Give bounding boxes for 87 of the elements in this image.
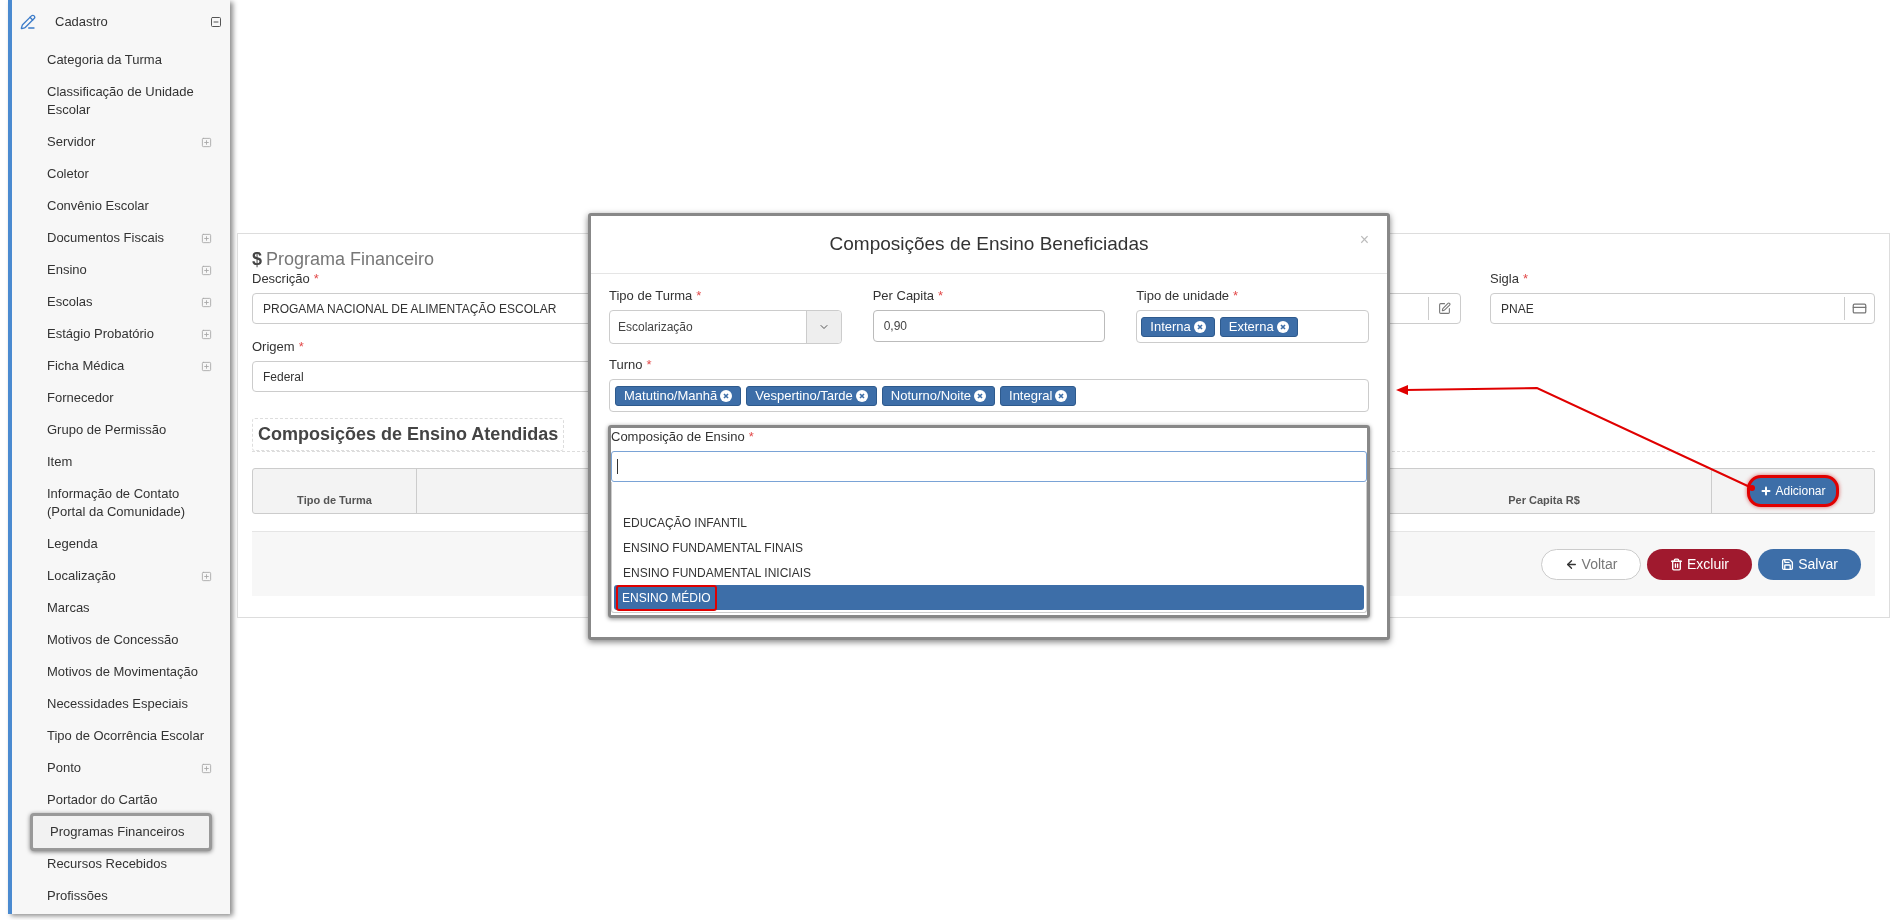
remove-icon[interactable]: [855, 389, 868, 402]
field-label: Composição de Ensino: [611, 428, 745, 447]
edit-icon: [1438, 302, 1451, 315]
required-mark: *: [1522, 270, 1528, 289]
sidebar-section-header[interactable]: Cadastro: [12, 0, 230, 44]
sidebar-item[interactable]: Coletor: [30, 158, 212, 190]
edit-icon: [20, 14, 36, 30]
sidebar-item[interactable]: Recursos Recebidos: [30, 848, 212, 880]
field-label: Sigla: [1490, 270, 1519, 289]
acronym-field[interactable]: PNAE: [1490, 293, 1875, 324]
tag-chip[interactable]: Integral: [1000, 385, 1077, 406]
required-mark: *: [938, 287, 944, 306]
sidebar-item[interactable]: Fornecedor: [30, 382, 212, 414]
expand-icon[interactable]: [201, 296, 212, 308]
required-mark: *: [298, 338, 304, 357]
tag-chip[interactable]: Noturno/Noite: [881, 385, 996, 406]
remove-icon[interactable]: [1055, 389, 1068, 402]
sidebar-item[interactable]: Portador do Cartão: [30, 784, 212, 816]
sidebar-item[interactable]: Profissões: [30, 880, 212, 912]
sidebar-item[interactable]: Ficha Médica: [30, 350, 212, 382]
save-icon: [1781, 557, 1795, 571]
sidebar-item[interactable]: Categoria da Turma: [30, 44, 212, 76]
modal-title: Composições de Ensino Beneficiadas: [829, 232, 1149, 257]
shift-field[interactable]: Matutino/Manhã Vespertino/Tarde Noturno/Noite Integral: [609, 379, 1369, 412]
expand-icon[interactable]: [201, 570, 212, 582]
required-mark: *: [313, 270, 319, 289]
per-capita-field[interactable]: 0,90: [872, 310, 1106, 342]
tag-chip[interactable]: Vespertino/Tarde: [746, 385, 877, 406]
expand-icon[interactable]: [201, 264, 212, 276]
remove-icon[interactable]: [720, 389, 733, 402]
add-button[interactable]: Adicionar: [1747, 475, 1839, 507]
expand-icon[interactable]: [201, 360, 212, 372]
sidebar-item[interactable]: Classificação de Unidade Escolar: [30, 76, 212, 126]
remove-icon[interactable]: [1276, 320, 1289, 333]
save-button[interactable]: Salvar: [1758, 548, 1861, 580]
class-type-select[interactable]: Escolarização: [609, 310, 842, 344]
field-label: Per Capita: [872, 287, 935, 306]
sidebar-item[interactable]: Motivos de Movimentação: [30, 656, 212, 688]
sidebar-item[interactable]: Escolas: [30, 286, 212, 318]
required-mark: *: [748, 428, 754, 447]
sidebar-item[interactable]: Grupo de Permissão: [30, 414, 212, 446]
expand-icon[interactable]: [201, 328, 212, 340]
column-header: Tipo de Turma: [297, 492, 372, 508]
sidebar-item[interactable]: Tipo de Ocorrência Escolar: [30, 720, 212, 752]
column-header: Per Capita R$: [1508, 492, 1580, 508]
expand-icon[interactable]: [201, 232, 212, 244]
back-button[interactable]: Voltar: [1541, 548, 1641, 580]
page-title: Programa Financeiro: [266, 248, 435, 271]
expand-icon[interactable]: [201, 762, 212, 774]
composition-search-field[interactable]: [611, 451, 1367, 482]
sidebar-item[interactable]: Item: [30, 446, 212, 478]
required-mark: *: [1233, 287, 1239, 306]
field-label: Origem: [252, 338, 295, 357]
tag-chip[interactable]: Matutino/Manhã: [615, 385, 742, 406]
sidebar-item[interactable]: Ponto: [30, 752, 212, 784]
sidebar-item[interactable]: Servidor: [30, 126, 212, 158]
sidebar-item[interactable]: Necessidades Especiais: [30, 688, 212, 720]
sidebar-item[interactable]: Ensino: [30, 254, 212, 286]
sidebar-item[interactable]: Legenda: [30, 528, 212, 560]
sidebar-item[interactable]: Marcas: [30, 592, 212, 624]
dropdown-option[interactable]: ENSINO FUNDAMENTAL INICIAIS: [614, 560, 1364, 585]
remove-icon[interactable]: [974, 389, 987, 402]
tag-chip[interactable]: Interna: [1141, 316, 1215, 337]
section-title: Composições de Ensino Atendidas: [252, 418, 565, 451]
sidebar-item[interactable]: Localização: [30, 560, 212, 592]
expand-icon[interactable]: [201, 136, 212, 148]
collapse-icon[interactable]: [210, 16, 222, 28]
tag-chip[interactable]: Externa: [1219, 316, 1298, 337]
dropdown-option[interactable]: EDUCAÇÃO INFANTIL: [614, 510, 1364, 535]
delete-button[interactable]: Excluir: [1647, 548, 1752, 580]
sidebar-item[interactable]: Convênio Escolar: [30, 190, 212, 222]
trash-icon: [1670, 557, 1683, 571]
sidebar-item[interactable]: Informação de Contato (Portal da Comunidade): [30, 478, 212, 528]
arrow-left-icon: [1564, 557, 1578, 571]
unit-type-field[interactable]: Interna Externa: [1136, 310, 1369, 343]
dropdown-option[interactable]: ENSINO MÉDIO: [614, 585, 1364, 610]
card-icon: [1852, 301, 1867, 316]
dropdown-option[interactable]: ENSINO FUNDAMENTAL FINAIS: [614, 535, 1364, 560]
sidebar-item[interactable]: Motivos de Concessão: [30, 624, 212, 656]
field-label: Descrição: [252, 270, 310, 289]
sidebar-item[interactable]: Programas Financeiros: [30, 813, 212, 851]
dollar-sign: $: [252, 248, 262, 271]
sidebar-item[interactable]: Documentos Fiscais: [30, 222, 212, 254]
remove-icon[interactable]: [1193, 320, 1206, 333]
plus-icon: [1760, 485, 1773, 497]
field-label: Tipo de unidade: [1136, 287, 1230, 306]
sidebar-item[interactable]: Estágio Probatório: [30, 318, 212, 350]
